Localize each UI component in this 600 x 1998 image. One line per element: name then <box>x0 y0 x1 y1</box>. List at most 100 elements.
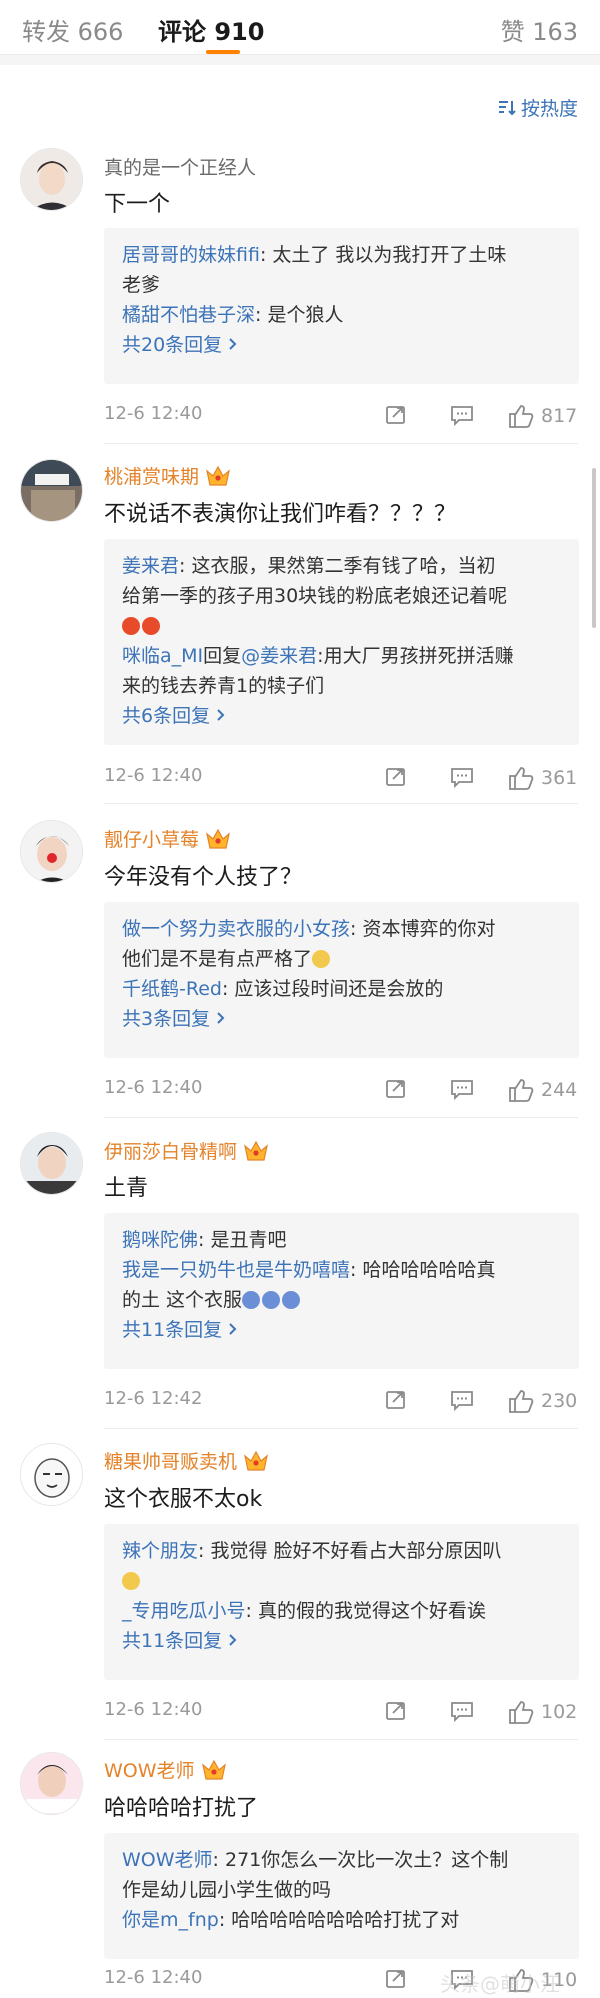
tab-reposts[interactable]: 转发 666 <box>22 12 123 47</box>
reply-item: 橘甜不怕巷子深: 是个狼人 <box>122 304 344 326</box>
share-icon <box>386 768 405 786</box>
like-count: 244 <box>541 1079 578 1101</box>
like-button[interactable]: 817 <box>507 403 577 429</box>
reply-author[interactable]: 千纸鹤-Red <box>122 978 222 1000</box>
reply-text: 271你怎么一次比一次土？这个制 <box>224 1849 509 1871</box>
repost-button[interactable] <box>384 765 408 789</box>
reply-author[interactable]: 橘甜不怕巷子深 <box>122 304 255 326</box>
comment-time: 12-6 12:40 <box>104 765 203 786</box>
divider-band <box>0 55 600 65</box>
reply-box[interactable]: 姜来君: 这衣服，果然第二季有钱了哈，当初 给第一季的孩子用30块钱的粉底老娘还… <box>104 539 579 745</box>
avatar[interactable] <box>20 459 83 522</box>
reply-author[interactable]: 鹅咪陀佛 <box>122 1229 198 1251</box>
reply-author[interactable]: WOW老师 <box>122 1849 213 1871</box>
view-more-replies-link[interactable]: 共11条回复 <box>122 1315 561 1345</box>
comment-author[interactable]: 真的是一个正经人 <box>104 153 256 180</box>
author-name: 真的是一个正经人 <box>104 157 257 179</box>
scrollbar[interactable] <box>592 468 596 628</box>
avatar[interactable] <box>20 1132 83 1195</box>
like-count: 817 <box>541 405 578 427</box>
reply-author[interactable]: 居哥哥的妹妹fifi <box>122 244 260 266</box>
more-replies-label: 共6条回复 <box>122 705 211 727</box>
reply-author[interactable]: 辣个朋友 <box>122 1540 198 1562</box>
doge-icon <box>312 950 331 968</box>
reply-text: 用大厂男孩拼死拼活赚 <box>323 645 514 667</box>
reply-item: 我是一只奶牛也是牛奶嘻嘻: 哈哈哈哈哈哈真 的土 这个衣服 <box>122 1259 496 1311</box>
comment-meta: 12-6 12:40 244 <box>104 1077 578 1105</box>
share-icon <box>386 1391 405 1409</box>
vip-crown-icon <box>205 828 231 850</box>
comment-author[interactable]: 靓仔小草莓 <box>104 825 231 852</box>
reply-author[interactable]: 做一个努力卖衣服的小女孩 <box>122 918 350 940</box>
reply-button[interactable] <box>449 403 475 427</box>
comment-meta: 12-6 12:42 230 <box>104 1388 578 1416</box>
like-button[interactable]: 230 <box>507 1388 577 1414</box>
reply-mention[interactable]: @姜来君 <box>241 645 317 667</box>
dizzy-face-icon <box>262 1291 281 1309</box>
view-more-replies-link[interactable]: 共20条回复 <box>122 330 561 360</box>
reply-author[interactable]: 我是一只奶牛也是牛奶嘻嘻 <box>122 1259 350 1281</box>
like-button[interactable]: 361 <box>507 765 577 791</box>
angry-face-icon <box>142 617 160 635</box>
reply-box[interactable]: 辣个朋友: 我觉得 脸好不好看占大部分原因叭 _专用吃瓜小号: 真的假的我觉得这… <box>104 1524 579 1680</box>
reply-author[interactable]: 咪临a_MI <box>122 645 203 667</box>
comment-time: 12-6 12:40 <box>104 1699 203 1720</box>
comment-time: 12-6 12:40 <box>104 403 203 424</box>
divider <box>104 1428 578 1429</box>
comment-author[interactable]: 伊丽莎白骨精啊 <box>104 1137 269 1164</box>
comment-author[interactable]: WOW老师 <box>104 1756 227 1783</box>
reply-author[interactable]: _专用吃瓜小号 <box>122 1600 246 1622</box>
sort-by-hot-button[interactable]: 按热度 <box>497 94 578 121</box>
avatar[interactable] <box>20 820 83 883</box>
reply-author[interactable]: 姜来君 <box>122 555 179 577</box>
reply-text: 我觉得 脸好不好看占大部分原因叭 <box>210 1540 502 1562</box>
view-more-replies-link[interactable]: 共3条回复 <box>122 1004 561 1034</box>
reply-item: 辣个朋友: 我觉得 脸好不好看占大部分原因叭 <box>122 1536 561 1596</box>
view-more-replies-link[interactable]: 共6条回复 <box>122 701 561 731</box>
thumbs-up-icon <box>509 1701 534 1724</box>
reply-prefix: 回复 <box>203 645 242 667</box>
reply-box[interactable]: 做一个努力卖衣服的小女孩: 资本博弈的你对 他们是不是有点严格了 千纸鹤-Red… <box>104 902 579 1058</box>
more-replies-label: 共11条回复 <box>122 1630 223 1652</box>
avatar[interactable] <box>20 1443 83 1506</box>
reply-box[interactable]: 居哥哥的妹妹fifi: 太土了 我以为我打开了土味 老爹 橘甜不怕巷子深: 是个… <box>104 228 579 384</box>
repost-button[interactable] <box>384 1699 408 1723</box>
repost-button[interactable] <box>384 1388 408 1412</box>
reply-text: 哈哈哈哈哈哈哈哈打扰了对 <box>231 1909 460 1931</box>
share-icon <box>386 1970 405 1988</box>
like-button[interactable]: 102 <box>507 1699 577 1725</box>
dizzy-face-icon <box>282 1291 301 1309</box>
view-more-replies-link[interactable]: 共11条回复 <box>122 1626 561 1656</box>
repost-button[interactable] <box>384 403 408 427</box>
repost-button[interactable] <box>384 1077 408 1101</box>
like-button[interactable]: 244 <box>507 1077 577 1103</box>
reply-author[interactable]: 你是m_fnp <box>122 1909 219 1931</box>
comment-text: 下一个 <box>104 192 171 217</box>
reply-box[interactable]: WOW老师: 271你怎么一次比一次土？这个制 作是幼儿园小学生做的吗 你是m_… <box>104 1833 579 1959</box>
divider <box>104 443 578 444</box>
tab-comments[interactable]: 评论 910 <box>158 12 264 47</box>
reply-item: 姜来君: 这衣服，果然第二季有钱了哈，当初 给第一季的孩子用30块钱的粉底老娘还… <box>122 551 561 641</box>
reply-button[interactable] <box>449 1388 475 1412</box>
comment-text: 今年没有个人技了？ <box>104 865 303 890</box>
reply-text-cont: 作是幼儿园小学生做的吗 <box>122 1879 332 1901</box>
tab-likes[interactable]: 赞 163 <box>501 12 578 47</box>
comment-author[interactable]: 桃浦赏味期 <box>104 462 231 489</box>
more-replies-label: 共20条回复 <box>122 334 223 356</box>
comment-tabs: 转发 666 评论 910 赞 163 <box>0 0 600 55</box>
reply-text: 真的假的我觉得这个好看诶 <box>257 1600 486 1622</box>
reply-box[interactable]: 鹅咪陀佛: 是丑青吧 我是一只奶牛也是牛奶嘻嘻: 哈哈哈哈哈哈真 的土 这个衣服… <box>104 1213 579 1369</box>
watermark: 头条@萌小汪 <box>440 1972 560 1996</box>
comment-author[interactable]: 糖果帅哥贩卖机 <box>104 1447 269 1474</box>
reply-text: 是个狼人 <box>267 304 344 326</box>
avatar[interactable] <box>20 1752 83 1815</box>
reply-item: _专用吃瓜小号: 真的假的我觉得这个好看诶 <box>122 1600 486 1622</box>
comment-text: 土青 <box>104 1176 149 1201</box>
avatar[interactable] <box>20 148 83 211</box>
reply-button[interactable] <box>449 1077 475 1101</box>
reply-button[interactable] <box>449 1699 475 1723</box>
comment-icon <box>451 1080 473 1101</box>
repost-button[interactable] <box>384 1967 408 1991</box>
reply-text-cont: 他们是不是有点严格了 <box>122 948 313 970</box>
reply-button[interactable] <box>449 765 475 789</box>
